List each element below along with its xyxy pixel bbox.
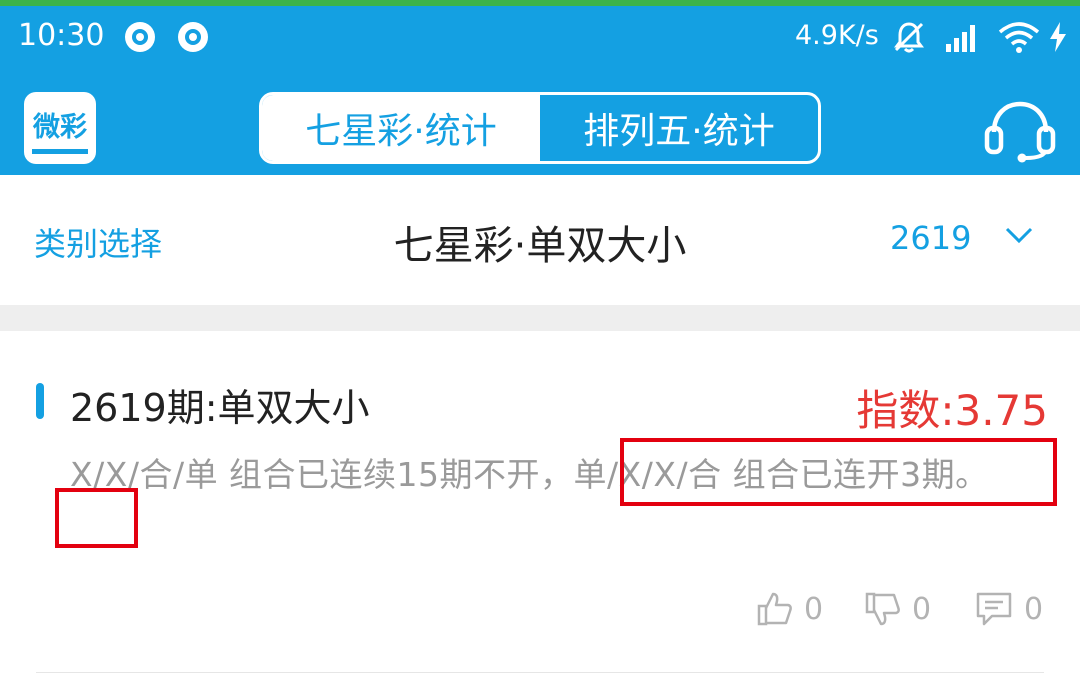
app-logo[interactable]: 微彩 bbox=[24, 92, 96, 164]
headset-icon[interactable] bbox=[982, 98, 1058, 164]
wifi-icon bbox=[998, 22, 1040, 53]
like-button[interactable]: 0 bbox=[756, 590, 823, 628]
charging-icon bbox=[1050, 22, 1066, 52]
status-time: 10:30 bbox=[18, 18, 105, 53]
comment-button[interactable]: 0 bbox=[974, 590, 1043, 628]
stat-card: 2619期:单双大小 指数:3.75 X/X/合/单 组合已连续15期不开，单/… bbox=[0, 331, 1080, 681]
like-count: 0 bbox=[804, 591, 824, 627]
notification-dot-icon bbox=[178, 22, 208, 52]
status-bar: 10:30 4.9K/s bbox=[0, 6, 1080, 68]
app-header: 10:30 4.9K/s 微彩 七星彩·统计 排列五·统计 bbox=[0, 6, 1080, 175]
card-accent-bar bbox=[36, 383, 44, 419]
dislike-count: 0 bbox=[912, 591, 932, 627]
title-row: 类别选择 七星彩·单双大小 2619 bbox=[0, 175, 1080, 305]
dislike-button[interactable]: 0 bbox=[864, 590, 931, 628]
annotation-box bbox=[620, 438, 1057, 506]
chevron-down-icon[interactable] bbox=[1005, 225, 1033, 245]
card-title: 2619期:单双大小 bbox=[70, 386, 370, 430]
comment-icon bbox=[976, 592, 1012, 626]
net-speed: 4.9K/s bbox=[795, 20, 879, 51]
tab-label: 排列五·统计 bbox=[583, 111, 775, 152]
signal-icon bbox=[946, 25, 975, 52]
thumbs-up-icon bbox=[757, 592, 792, 626]
tab-label: 七星彩·统计 bbox=[305, 111, 497, 152]
tab-qixingcai-stats[interactable]: 七星彩·统计 bbox=[262, 95, 540, 161]
section-divider bbox=[0, 305, 1080, 331]
notification-dot-icon bbox=[125, 22, 155, 52]
card-bottom-divider bbox=[36, 672, 1044, 673]
comment-count: 0 bbox=[1024, 591, 1044, 627]
mute-icon bbox=[894, 22, 924, 53]
annotation-box bbox=[55, 488, 138, 548]
tab-pailiewu-stats[interactable]: 排列五·统计 bbox=[540, 95, 818, 161]
index-value: 指数:3.75 bbox=[856, 386, 1048, 435]
thumbs-down-icon bbox=[865, 592, 900, 626]
logo-text: 微彩 bbox=[33, 112, 87, 143]
lottery-tab-switch: 七星彩·统计 排列五·统计 bbox=[259, 92, 821, 164]
issue-selector[interactable]: 2619 bbox=[890, 219, 971, 257]
